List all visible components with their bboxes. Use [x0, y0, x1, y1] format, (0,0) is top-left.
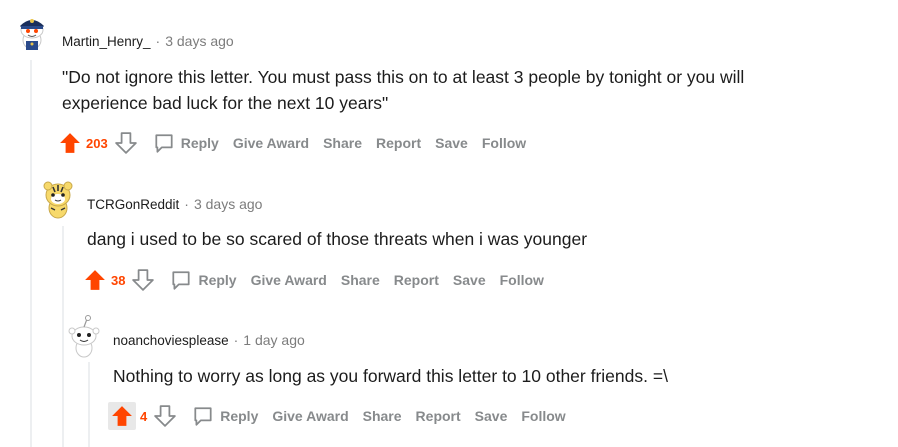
comment-bubble-icon [172, 271, 191, 290]
report-label: Report [376, 135, 422, 151]
reply-label: Reply [220, 408, 259, 424]
vote-box: 203 [58, 131, 138, 155]
report-label: Report [415, 408, 461, 424]
follow-button[interactable]: Follow [514, 404, 572, 428]
snoo-default-avatar-icon[interactable] [67, 314, 101, 358]
follow-label: Follow [481, 135, 527, 151]
report-button[interactable]: Report [387, 268, 446, 292]
comment-body-line: experience bad luck for the next 10 year… [62, 93, 389, 113]
comment-author[interactable]: Martin_Henry_ [62, 34, 151, 49]
meta-separator: · [155, 33, 161, 49]
upvote-arrow-icon[interactable] [58, 131, 82, 155]
comment-timestamp[interactable]: 1 day ago [243, 332, 305, 348]
save-label: Save [435, 135, 468, 151]
comment-body: Nothing to worry as long as you forward … [113, 363, 668, 389]
comment-author[interactable]: noanchoviesplease [113, 333, 229, 348]
reply-button[interactable]: Reply [185, 401, 265, 431]
comment-actions: 38 Reply Give Award Share Report Save Fo… [83, 265, 551, 295]
comment-body: dang i used to be so scared of those thr… [87, 226, 587, 252]
share-button[interactable]: Share [334, 268, 387, 292]
comment-body: "Do not ignore this letter. You must pas… [62, 64, 744, 116]
upvote-arrow-icon[interactable] [108, 402, 136, 430]
save-label: Save [452, 272, 486, 288]
vote-box: 4 [108, 402, 177, 430]
comment-body-line: Nothing to worry as long as you forward … [113, 366, 668, 386]
reply-label: Reply [198, 272, 237, 288]
downvote-arrow-icon[interactable] [114, 131, 138, 155]
give-award-button[interactable]: Give Award [226, 131, 316, 155]
thread-line-3[interactable] [88, 362, 90, 447]
report-button[interactable]: Report [409, 404, 468, 428]
vote-box: 38 [83, 268, 155, 292]
follow-button[interactable]: Follow [493, 268, 551, 292]
reply-button[interactable]: Reply [146, 128, 226, 158]
share-label: Share [362, 408, 402, 424]
upvote-arrow-icon[interactable] [83, 268, 107, 292]
give-award-button[interactable]: Give Award [244, 268, 334, 292]
share-label: Share [323, 135, 363, 151]
report-label: Report [393, 272, 439, 288]
comment-meta: Martin_Henry_ · 3 days ago [62, 33, 234, 49]
give-award-button[interactable]: Give Award [265, 404, 355, 428]
save-button[interactable]: Save [468, 404, 515, 428]
meta-separator: · [184, 196, 189, 212]
comment-body-line: dang i used to be so scared of those thr… [87, 229, 588, 249]
save-label: Save [474, 408, 508, 424]
comment-bubble-icon [155, 134, 173, 153]
comment-timestamp[interactable]: 3 days ago [194, 196, 263, 212]
give-award-label: Give Award [272, 408, 349, 424]
save-button[interactable]: Save [428, 131, 475, 155]
downvote-arrow-icon[interactable] [131, 268, 155, 292]
comment-meta: TCRGonReddit · 3 days ago [87, 196, 262, 212]
downvote-arrow-icon[interactable] [153, 404, 177, 428]
follow-label: Follow [521, 408, 566, 424]
vote-score: 38 [111, 272, 126, 288]
comment-author[interactable]: TCRGonReddit [87, 197, 179, 212]
comment-body-line: "Do not ignore this letter. You must pas… [62, 67, 745, 87]
comment-bubble-icon [194, 407, 212, 426]
vote-score: 4 [140, 408, 148, 424]
vote-score: 203 [86, 135, 108, 151]
comment-actions: 4 Reply Give Award Share Report Save Fol… [108, 401, 573, 431]
reply-label: Reply [180, 135, 219, 151]
reply-button[interactable]: Reply [163, 265, 243, 295]
snoo-tiger-avatar-icon[interactable] [41, 178, 75, 220]
thread-line-2[interactable] [62, 226, 64, 447]
follow-button[interactable]: Follow [475, 131, 533, 155]
comment-timestamp[interactable]: 3 days ago [165, 33, 234, 49]
give-award-label: Give Award [250, 272, 327, 288]
meta-separator: · [233, 332, 239, 348]
thread-line-1[interactable] [30, 60, 32, 447]
give-award-label: Give Award [232, 135, 310, 151]
follow-label: Follow [499, 272, 544, 288]
report-button[interactable]: Report [369, 131, 428, 155]
snoo-police-avatar-icon[interactable] [15, 14, 49, 54]
save-button[interactable]: Save [446, 268, 493, 292]
share-label: Share [340, 272, 380, 288]
comment-actions: 203 Reply Give Award Share Report Save F… [58, 128, 533, 158]
comment-meta: noanchoviesplease · 1 day ago [113, 332, 305, 348]
share-button[interactable]: Share [316, 131, 369, 155]
share-button[interactable]: Share [356, 404, 409, 428]
